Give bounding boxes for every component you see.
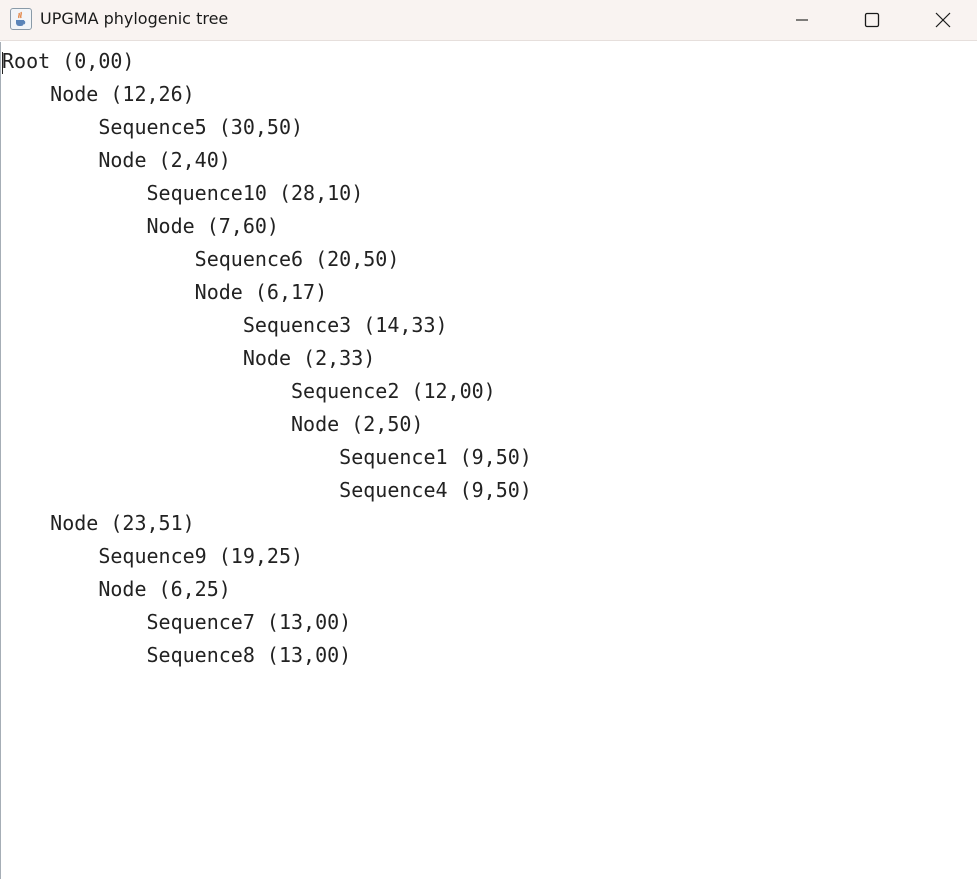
tree-sequence-line: Sequence8 (13,00) — [2, 642, 532, 675]
tree-sequence-line: Sequence2 (12,00) — [2, 378, 532, 411]
tree-node-line: Node (12,26) — [2, 81, 532, 114]
tree-item-label: Sequence3 — [242, 313, 352, 337]
tree-item-label: Root — [2, 49, 51, 73]
tree-item-label: Node — [194, 280, 243, 304]
tree-item-label: Node — [98, 577, 147, 601]
tree-item-label: Sequence5 — [98, 115, 207, 139]
java-cup-icon — [10, 8, 32, 30]
tree-item-label: Sequence8 — [146, 643, 255, 667]
tree-item-label: Sequence10 — [146, 181, 267, 205]
tree-sequence-line: Sequence5 (30,50) — [2, 114, 532, 147]
tree-item-distance: (12,00) — [411, 379, 496, 403]
tree-item-label: Node — [242, 346, 291, 370]
tree-node-line: Node (6,17) — [2, 279, 532, 312]
tree-sequence-line: Sequence10 (28,10) — [2, 180, 532, 213]
minimize-icon — [796, 19, 808, 21]
tree-sequence-line: Sequence6 (20,50) — [2, 246, 532, 279]
tree-item-distance: (20,50) — [315, 247, 400, 271]
tree-sequence-line: Sequence9 (19,25) — [2, 543, 532, 576]
tree-item-distance: (0,00) — [62, 49, 135, 73]
title-bar[interactable]: UPGMA phylogenic tree — [0, 0, 977, 41]
tree-item-label: Sequence7 — [146, 610, 255, 634]
tree-item-label: Sequence4 — [339, 478, 448, 502]
tree-item-distance: (28,10) — [278, 181, 364, 205]
tree-item-label: Sequence1 — [339, 445, 448, 469]
tree-item-distance: (2,33) — [303, 346, 376, 370]
tree-item-distance: (30,50) — [218, 115, 304, 139]
close-button[interactable] — [920, 0, 966, 40]
tree-item-distance: (6,25) — [158, 577, 231, 601]
tree-item-label: Sequence2 — [290, 379, 400, 403]
tree-item-distance: (9,50) — [459, 478, 532, 502]
window-title: UPGMA phylogenic tree — [40, 9, 229, 28]
tree-node-line: Node (6,25) — [2, 576, 532, 609]
tree-item-distance: (9,50) — [459, 445, 532, 469]
tree-sequence-line: Sequence3 (14,33) — [2, 312, 532, 345]
tree-item-label: Node — [98, 148, 147, 172]
tree-item-distance: (13,00) — [266, 610, 352, 634]
tree-item-label: Node — [50, 82, 99, 106]
app-window: UPGMA phylogenic tree Root (0,00) Node (… — [0, 0, 977, 879]
tree-sequence-line: Sequence7 (13,00) — [2, 609, 532, 642]
tree-sequence-line: Sequence1 (9,50) — [2, 444, 532, 477]
tree-item-distance: (6,17) — [254, 280, 328, 304]
close-icon — [935, 12, 951, 28]
phylogenetic-tree: Root (0,00) Node (12,26) Sequence5 (30,5… — [2, 48, 532, 675]
tree-node-line: Node (2,33) — [2, 345, 532, 378]
maximize-button[interactable] — [849, 0, 895, 40]
tree-item-label: Node — [146, 214, 195, 238]
tree-text-area[interactable]: Root (0,00) Node (12,26) Sequence5 (30,5… — [0, 42, 977, 879]
minimize-button[interactable] — [779, 0, 825, 40]
tree-item-distance: (2,50) — [351, 412, 424, 436]
tree-item-label: Node — [290, 412, 340, 436]
tree-item-distance: (19,25) — [218, 544, 304, 568]
tree-node-line: Node (2,40) — [2, 147, 532, 180]
tree-item-distance: (7,60) — [206, 214, 279, 238]
tree-item-label: Node — [50, 511, 99, 535]
tree-item-label: Sequence9 — [98, 544, 207, 568]
tree-item-distance: (23,51) — [110, 511, 195, 535]
tree-node-line: Node (7,60) — [2, 213, 532, 246]
tree-sequence-line: Sequence4 (9,50) — [2, 477, 532, 510]
tree-node-line: Node (23,51) — [2, 510, 532, 543]
tree-item-distance: (12,26) — [110, 82, 195, 106]
tree-item-label: Sequence6 — [194, 247, 304, 271]
maximize-icon — [864, 12, 880, 28]
tree-node-line: Node (2,50) — [2, 411, 532, 444]
tree-item-distance: (2,40) — [158, 148, 231, 172]
tree-item-distance: (14,33) — [363, 313, 448, 337]
tree-item-distance: (13,00) — [266, 643, 352, 667]
tree-root-line: Root (0,00) — [2, 48, 532, 81]
